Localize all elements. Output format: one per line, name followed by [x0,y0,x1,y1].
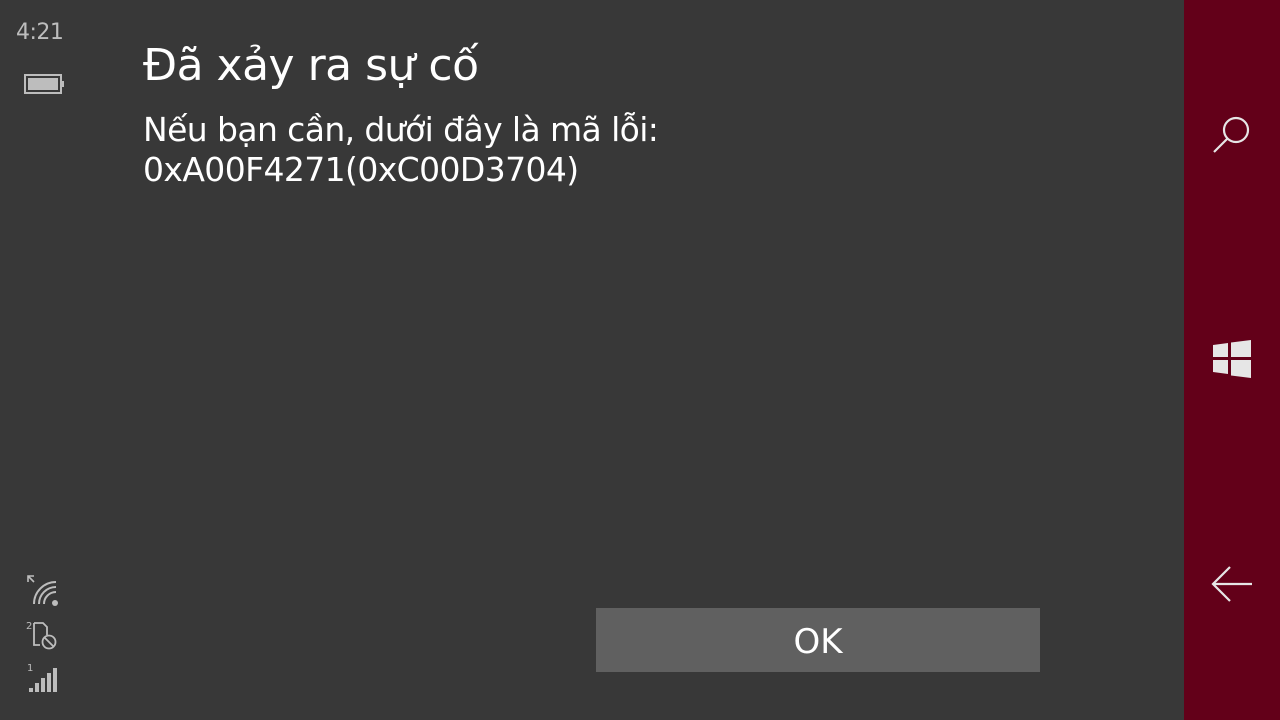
search-button[interactable] [1184,87,1280,183]
status-bar: 4:21 2 1 [0,0,80,720]
battery-icon [24,74,64,94]
search-icon [1213,116,1250,153]
sim2-icon: 2 [26,621,57,650]
signal-icon: 1 [27,663,57,692]
back-button[interactable] [1184,536,1280,632]
back-arrow-icon [1211,566,1252,602]
wifi-icon [27,575,58,606]
dialog-message-line: Nếu bạn cần, dưới đây là mã lỗi: [143,110,659,149]
ok-button[interactable]: OK [596,608,1040,672]
windows-button[interactable] [1184,311,1280,407]
screen: 4:21 2 1 Đã xảy ra sự cố Nếu bạn cần, dư… [0,0,1280,720]
error-code: 0xA00F4271(0xC00D3704) [143,150,579,189]
dialog-title: Đã xảy ra sự cố [143,40,479,91]
dialog-message: Nếu bạn cần, dưới đây là mã lỗi: 0xA00F4… [143,110,659,190]
windows-icon [1213,340,1251,378]
status-time: 4:21 [16,20,64,45]
sim1-label: 1 [27,663,33,674]
sim2-label: 2 [26,621,32,632]
nav-bar [1184,0,1280,720]
